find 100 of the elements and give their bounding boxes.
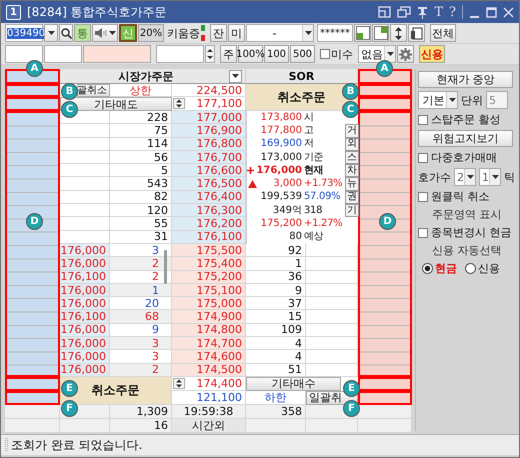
layout-icon — [356, 26, 370, 40]
quote-value: 177,800 — [260, 124, 302, 137]
credit-button[interactable]: 신용 — [419, 45, 445, 63]
order-price-cell[interactable]: 176,100 — [60, 310, 110, 324]
order-type-dropdown[interactable]: 시장가주문 — [60, 69, 246, 84]
radio-button[interactable] — [465, 263, 476, 274]
layout-button[interactable] — [372, 24, 389, 42]
input-field[interactable] — [44, 45, 82, 63]
price-cell[interactable]: 175,000 — [172, 297, 246, 310]
quantity-field[interactable] — [156, 45, 204, 63]
radio-label[interactable]: 현금 — [435, 261, 457, 276]
tick-dropdown[interactable]: 1 — [479, 168, 501, 186]
resize-button[interactable] — [390, 24, 407, 42]
window-icon[interactable] — [378, 6, 392, 18]
other-buy-button[interactable]: 기타매수 — [246, 376, 341, 391]
preset-button[interactable]: 100% — [238, 45, 263, 63]
order-price-cell[interactable]: 176,000 — [60, 364, 110, 377]
price-cell[interactable]: 176,900 — [172, 124, 246, 138]
status-text: 조회가 완료 되었습니다. — [11, 436, 142, 454]
side-tab[interactable]: 거 — [345, 124, 359, 138]
price-cell[interactable]: 174,600 — [172, 350, 246, 364]
price-cell[interactable]: 174,900 — [172, 310, 246, 324]
price-cell[interactable]: 174,800 — [172, 324, 246, 338]
price-cell[interactable]: 176,400 — [172, 190, 246, 204]
checkbox[interactable] — [418, 152, 428, 162]
price-cell[interactable]: 175,500 — [172, 244, 246, 258]
all-button[interactable]: 전체 — [430, 24, 456, 42]
order-price-cell[interactable]: 176,000 — [60, 244, 110, 258]
price-cell[interactable]: 177,100 — [196, 98, 242, 109]
price-cell[interactable]: 176,100 — [172, 230, 246, 244]
price-cell[interactable]: 176,200 — [172, 217, 246, 231]
panel-button[interactable] — [408, 24, 425, 42]
search-button[interactable] — [59, 24, 73, 42]
maximize-icon[interactable] — [486, 6, 497, 18]
panel-button[interactable]: 현재가 중앙 — [418, 71, 513, 88]
order-price-cell[interactable]: 176,000 — [60, 257, 110, 271]
condition-dropdown[interactable]: 없음 — [358, 45, 396, 63]
input-field[interactable] — [83, 45, 151, 63]
side-tab[interactable]: 뉴 — [345, 177, 359, 191]
unit-button[interactable]: 주 — [220, 45, 237, 63]
qty-cell: 9 — [246, 284, 306, 298]
balance-button[interactable]: 잔 — [210, 24, 227, 42]
quote-label: 57.09% — [303, 191, 340, 204]
account-dropdown[interactable]: - — [246, 24, 314, 42]
preset-button[interactable]: 500 — [290, 45, 315, 63]
dropdown-button[interactable] — [44, 24, 58, 42]
title-button[interactable]: ? — [449, 4, 456, 20]
close-icon[interactable] — [503, 6, 514, 18]
scrollbar-thumb[interactable] — [164, 250, 167, 284]
margin-rate-button[interactable]: 20% — [138, 24, 164, 42]
panel-button[interactable]: 위험고지보기 — [418, 130, 513, 147]
side-tab[interactable]: 권 — [345, 190, 359, 204]
order-price-cell[interactable]: 176,100 — [60, 270, 110, 284]
price-cell[interactable]: 176,800 — [172, 138, 246, 151]
checkbox[interactable] — [320, 49, 330, 59]
price-cell[interactable]: 175,100 — [172, 284, 246, 298]
cancel-all-button[interactable]: 괄취소 — [77, 84, 110, 97]
radio-label[interactable]: 신용 — [478, 261, 500, 276]
price-cell[interactable]: 174,700 — [172, 337, 246, 350]
order-price-cell[interactable]: 176,000 — [60, 350, 110, 364]
password-field[interactable]: ****** — [317, 24, 353, 42]
price-cell[interactable]: 175,400 — [172, 257, 246, 271]
unfilled-button[interactable]: 미 — [228, 24, 245, 42]
checkbox[interactable] — [418, 192, 428, 202]
input-field[interactable] — [5, 45, 43, 63]
side-tab[interactable]: 외 — [345, 138, 359, 151]
side-tab[interactable]: 기 — [345, 204, 359, 218]
radio-button[interactable] — [422, 263, 433, 274]
side-tab[interactable]: 차 — [345, 164, 359, 178]
price-cell[interactable]: 174,500 — [172, 364, 246, 377]
order-price-cell[interactable]: 176,000 — [60, 337, 110, 350]
caret-icon — [109, 31, 116, 35]
price-cell[interactable]: 176,500 — [172, 177, 246, 191]
price-cell[interactable]: 176,700 — [172, 150, 246, 164]
price-cell[interactable]: 175,200 — [172, 270, 246, 284]
preset-button[interactable]: 100 — [264, 45, 289, 63]
pin-icon[interactable] — [417, 6, 428, 18]
order-price-cell[interactable]: 176,000 — [60, 297, 110, 310]
checkbox[interactable] — [418, 114, 428, 124]
checkbox[interactable] — [418, 228, 428, 238]
settings-button[interactable] — [397, 45, 414, 63]
spinner-icon[interactable] — [173, 378, 185, 389]
tick-dropdown[interactable]: 2 — [454, 168, 476, 186]
windows-icon[interactable] — [397, 6, 412, 18]
table-cell — [60, 204, 110, 218]
side-tab[interactable]: 스 — [345, 150, 359, 164]
market-button[interactable]: 통 — [74, 24, 91, 42]
spinner-icon[interactable] — [205, 45, 215, 63]
title-button[interactable]: T — [434, 4, 444, 20]
price-cell[interactable]: 176,600 — [172, 164, 246, 178]
hint-text: 신용 자동선택 — [431, 243, 502, 258]
layout-button[interactable] — [354, 24, 371, 42]
price-cell[interactable]: 177,000 — [172, 111, 246, 124]
spinner-icon[interactable] — [173, 98, 185, 109]
stock-code-field[interactable]: 039490 — [5, 24, 43, 42]
price-cell[interactable]: 176,300 — [172, 204, 246, 218]
sound-button[interactable] — [92, 24, 118, 42]
order-price-cell[interactable]: 176,000 — [60, 324, 110, 338]
order-price-cell[interactable]: 176,000 — [60, 284, 110, 298]
price-cell[interactable]: 174,400 — [196, 378, 242, 389]
